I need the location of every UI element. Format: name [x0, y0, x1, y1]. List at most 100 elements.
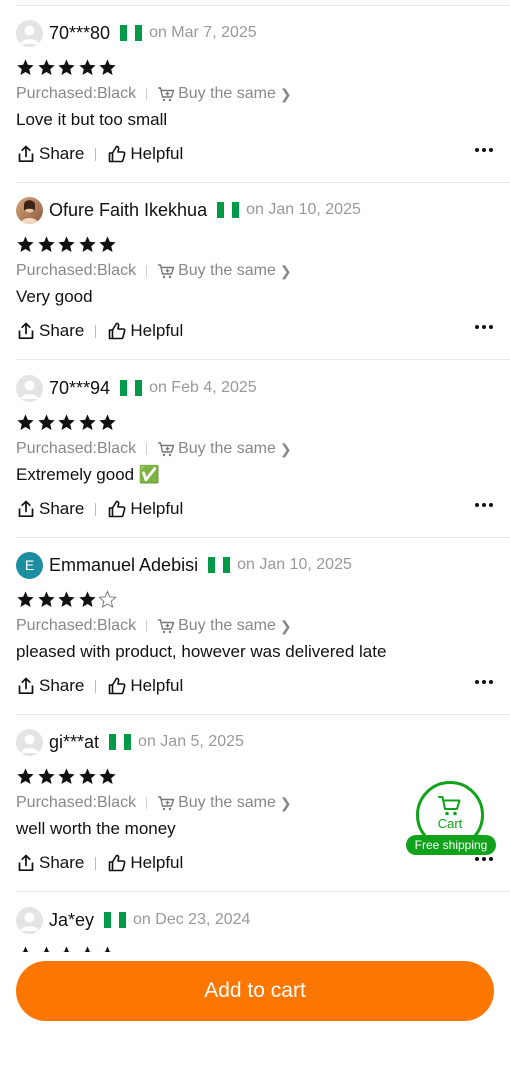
- star-filled-icon: [99, 768, 116, 785]
- more-options-icon[interactable]: [475, 148, 493, 152]
- purchased-variant-row: Purchased:Black Buy the same ❯: [16, 84, 292, 104]
- review-divider: [16, 891, 510, 892]
- share-button[interactable]: Share: [16, 676, 84, 696]
- chevron-right-icon: ❯: [279, 794, 292, 811]
- cart-floating-button[interactable]: Cart Free shipping: [406, 781, 496, 857]
- review-card: E Emmanuel Adebisi on Jan 10, 2025 Purchase…: [0, 538, 510, 715]
- more-options-icon[interactable]: [475, 325, 493, 329]
- star-filled-icon: [17, 236, 34, 253]
- more-options-icon[interactable]: [475, 503, 493, 507]
- divider: [146, 797, 148, 809]
- more-options-icon[interactable]: [475, 680, 493, 684]
- review-date: on Feb 4, 2025: [149, 379, 257, 396]
- star-rating: [16, 235, 119, 257]
- divider: [95, 324, 97, 338]
- divider: [146, 443, 148, 455]
- helpful-button[interactable]: Helpful: [107, 853, 183, 873]
- helpful-button[interactable]: Helpful: [107, 321, 183, 341]
- star-filled-icon: [58, 236, 75, 253]
- star-filled-icon: [58, 59, 75, 76]
- purchased-variant: Purchased:Black: [16, 85, 137, 102]
- share-button[interactable]: Share: [16, 853, 84, 873]
- review-date: on Dec 23, 2024: [133, 911, 251, 928]
- thumbs-up-icon: [109, 322, 126, 340]
- review-date: on Jan 5, 2025: [138, 733, 244, 750]
- review-actions: Share Helpful: [16, 851, 183, 875]
- review-header: 70***80 on Mar 7, 2025: [16, 19, 257, 47]
- purchased-variant-row: Purchased:Black Buy the same ❯: [16, 439, 292, 459]
- nigeria-flag-icon: [104, 912, 127, 928]
- star-filled-icon: [78, 768, 96, 785]
- star-filled-icon: [99, 236, 116, 253]
- nigeria-flag-icon: [208, 557, 231, 573]
- share-label: Share: [39, 676, 85, 695]
- review-text: Love it but too small: [16, 110, 168, 129]
- helpful-button[interactable]: Helpful: [107, 676, 183, 696]
- add-to-cart-button[interactable]: Add to cart: [16, 961, 494, 1021]
- helpful-button[interactable]: Helpful: [107, 144, 183, 164]
- buy-the-same-link[interactable]: Buy the same ❯: [157, 617, 292, 635]
- star-filled-icon: [37, 768, 55, 785]
- chevron-right-icon: ❯: [279, 85, 292, 102]
- cart-fab-label: Cart: [437, 816, 463, 831]
- cart-plus-icon: [158, 442, 175, 457]
- cart-icon: [438, 796, 461, 816]
- star-filled-icon: [37, 59, 55, 76]
- review-date: on Jan 10, 2025: [246, 201, 361, 218]
- helpful-label: Helpful: [130, 676, 184, 695]
- default-avatar: [16, 374, 43, 402]
- helpful-label: Helpful: [130, 853, 184, 872]
- buy-the-same-label: Buy the same: [178, 85, 276, 102]
- divider: [146, 88, 148, 100]
- star-filled-icon: [58, 591, 75, 608]
- share-label: Share: [39, 499, 85, 518]
- star-rating: [16, 58, 119, 80]
- divider: [95, 679, 97, 693]
- star-filled-icon: [99, 59, 116, 76]
- star-filled-icon: [17, 591, 34, 608]
- buy-the-same-label: Buy the same: [178, 794, 276, 811]
- divider: [146, 265, 148, 277]
- star-filled-icon: [78, 59, 96, 76]
- buy-the-same-link[interactable]: Buy the same ❯: [157, 262, 292, 280]
- share-icon: [18, 145, 34, 163]
- star-filled-icon: [78, 591, 96, 608]
- share-icon: [18, 677, 34, 695]
- share-button[interactable]: Share: [16, 321, 84, 341]
- reviewer-name: 70***94: [49, 377, 111, 398]
- share-icon: [18, 500, 34, 518]
- review-date: on Jan 10, 2025: [237, 556, 352, 573]
- buy-the-same-label: Buy the same: [178, 617, 276, 634]
- purchased-variant: Purchased:Black: [16, 440, 137, 457]
- review-actions: Share Helpful: [16, 674, 183, 698]
- buy-the-same-link[interactable]: Buy the same ❯: [157, 440, 292, 458]
- more-options-icon[interactable]: [475, 857, 493, 861]
- helpful-button[interactable]: Helpful: [107, 499, 183, 519]
- buy-the-same-link[interactable]: Buy the same ❯: [157, 794, 292, 812]
- purchased-variant: Purchased:Black: [16, 617, 137, 634]
- buy-the-same-link[interactable]: Buy the same ❯: [157, 85, 292, 103]
- star-filled-icon: [99, 414, 116, 431]
- purchased-variant-row: Purchased:Black Buy the same ❯: [16, 616, 292, 636]
- share-button[interactable]: Share: [16, 499, 84, 519]
- review-actions: Share Helpful: [16, 319, 183, 343]
- share-icon: [18, 854, 34, 872]
- star-filled-icon: [17, 59, 34, 76]
- star-filled-icon: [58, 768, 75, 785]
- star-filled-icon: [37, 414, 55, 431]
- reviewer-name: Ja*ey: [49, 909, 95, 930]
- buy-the-same-label: Buy the same: [178, 440, 276, 457]
- review-header: E Emmanuel Adebisi on Jan 10, 2025: [16, 551, 352, 579]
- purchased-variant: Purchased:Black: [16, 262, 137, 279]
- nigeria-flag-icon: [120, 380, 143, 396]
- thumbs-up-icon: [109, 677, 126, 695]
- default-avatar: [16, 906, 43, 934]
- purchased-variant: Purchased:Black: [16, 794, 137, 811]
- default-avatar: [16, 19, 43, 47]
- reviewer-name: Emmanuel Adebisi: [49, 554, 199, 575]
- star-filled-icon: [17, 768, 34, 785]
- thumbs-up-icon: [109, 145, 126, 163]
- star-filled-icon: [78, 236, 96, 253]
- star-filled-icon: [37, 236, 55, 253]
- share-button[interactable]: Share: [16, 144, 84, 164]
